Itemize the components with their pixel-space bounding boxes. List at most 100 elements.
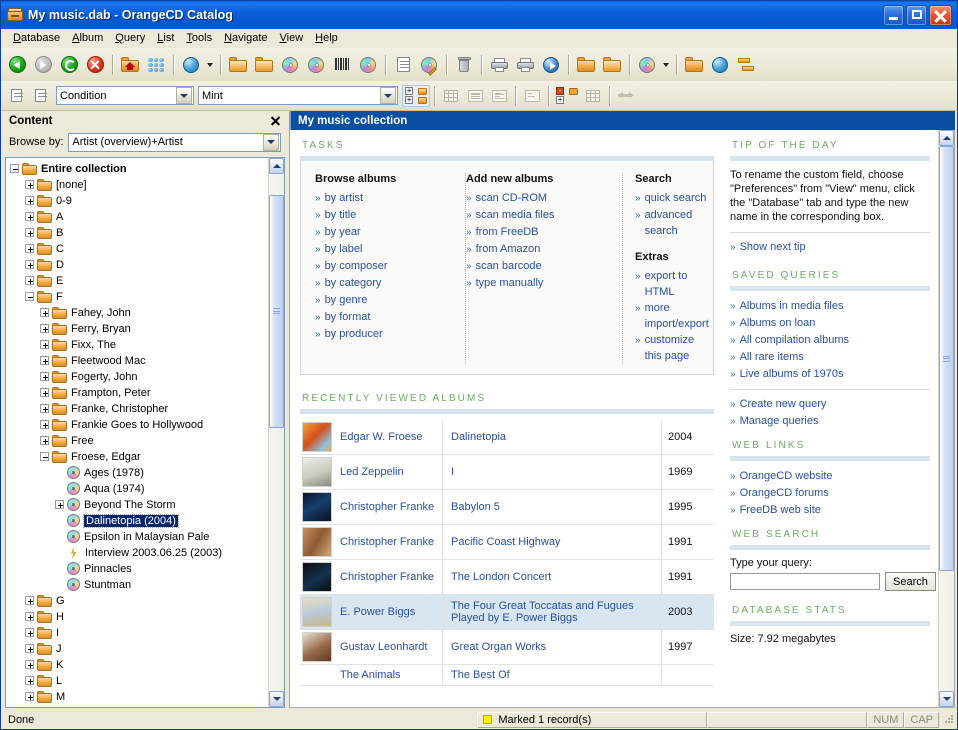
task-link-label[interactable]: scan media files bbox=[476, 207, 555, 223]
table-row[interactable]: Christopher Franke Pacific Coast Highway 1… bbox=[300, 524, 714, 560]
expand-icon[interactable] bbox=[25, 228, 34, 238]
task-link-label[interactable]: export to HTML bbox=[645, 268, 709, 300]
album-artist-cell[interactable]: Christopher Franke bbox=[334, 559, 443, 595]
expand-collapse-icon[interactable]: - + bbox=[553, 85, 581, 107]
task-link-label[interactable]: by category bbox=[325, 275, 382, 291]
scroll-down-button[interactable] bbox=[939, 691, 954, 707]
barcode-icon[interactable] bbox=[329, 52, 355, 78]
task-link[interactable]: » customize this page bbox=[635, 332, 709, 364]
task-link[interactable]: » by genre bbox=[315, 292, 455, 309]
scroll-thumb[interactable] bbox=[269, 194, 284, 428]
expand-icon[interactable] bbox=[25, 612, 34, 622]
tree-node[interactable]: A bbox=[10, 209, 268, 225]
task-link[interactable]: » scan barcode bbox=[466, 258, 612, 275]
expand-icon[interactable] bbox=[40, 404, 49, 414]
tree-node[interactable]: Free bbox=[10, 433, 268, 449]
tree-node[interactable]: Frampton, Peter bbox=[10, 385, 268, 401]
collapse-icon[interactable] bbox=[40, 452, 49, 462]
color-wheel-icon[interactable] bbox=[634, 52, 660, 78]
task-link-label[interactable]: Create new query bbox=[740, 396, 827, 412]
task-link-label[interactable]: customize this page bbox=[645, 332, 709, 364]
amazon-icon[interactable] bbox=[303, 52, 329, 78]
album-title-cell[interactable]: The Best Of bbox=[442, 664, 662, 686]
tree-node[interactable]: F bbox=[10, 289, 268, 305]
task-link-label[interactable]: OrangeCD website bbox=[740, 468, 833, 484]
filter-field-combo[interactable]: Condition bbox=[56, 86, 194, 105]
menu-list[interactable]: List bbox=[151, 30, 180, 46]
album-artist-cell[interactable]: Gustav Leonhardt bbox=[334, 629, 443, 665]
table-row[interactable]: Christopher Franke The London Concert 1991 bbox=[300, 559, 714, 595]
import-export-icon[interactable] bbox=[733, 52, 759, 78]
add-album-icon[interactable] bbox=[355, 52, 381, 78]
album-title-cell[interactable]: The London Concert bbox=[442, 559, 662, 595]
expand-tree-icon[interactable]: + + bbox=[402, 84, 430, 107]
task-link-label[interactable]: by composer bbox=[325, 258, 388, 274]
task-link-label[interactable]: Albums on loan bbox=[740, 315, 816, 331]
scan-cdrom-icon[interactable] bbox=[225, 52, 251, 78]
maximize-button[interactable] bbox=[906, 4, 927, 26]
expand-icon[interactable] bbox=[25, 660, 34, 670]
expand-icon[interactable] bbox=[25, 676, 34, 686]
thumbnails-view-icon[interactable] bbox=[439, 85, 463, 107]
open-folder-icon[interactable] bbox=[599, 52, 625, 78]
task-link-label[interactable]: by year bbox=[325, 224, 361, 240]
chevron-down-icon[interactable] bbox=[380, 87, 396, 104]
scroll-down-button[interactable] bbox=[269, 691, 284, 707]
task-link-label[interactable]: by producer bbox=[325, 326, 383, 342]
list-view-icon[interactable] bbox=[463, 85, 487, 107]
expand-icon[interactable] bbox=[25, 644, 34, 654]
expand-icon[interactable] bbox=[25, 260, 34, 270]
table-row[interactable]: Edgar W. Froese Dalinetopia 2004 bbox=[300, 420, 714, 455]
back-icon[interactable] bbox=[4, 52, 30, 78]
table-row[interactable]: Led Zeppelin I 1969 bbox=[300, 454, 714, 490]
chevron-down-icon[interactable] bbox=[263, 133, 279, 151]
expand-icon[interactable] bbox=[40, 372, 49, 382]
tree-node[interactable]: Ages (1978) bbox=[10, 465, 268, 481]
task-link[interactable]: » Create new query bbox=[730, 396, 930, 413]
album-title-cell[interactable]: Great Organ Works bbox=[442, 629, 662, 665]
album-title-cell[interactable]: The Four Great Toccatas and Fugues Playe… bbox=[442, 594, 662, 630]
tree-node[interactable]: Stuntman bbox=[10, 577, 268, 593]
tree-node[interactable]: Franke, Christopher bbox=[10, 401, 268, 417]
tree-node[interactable]: Aqua (1974) bbox=[10, 481, 268, 497]
task-link-label[interactable]: OrangeCD forums bbox=[740, 485, 829, 501]
scroll-thumb[interactable] bbox=[939, 146, 954, 571]
task-link-label[interactable]: Live albums of 1970s bbox=[740, 366, 844, 382]
color-dropdown-arrow-icon[interactable] bbox=[660, 52, 672, 78]
task-link[interactable]: » Live albums of 1970s bbox=[730, 366, 930, 383]
tree-node[interactable]: Fogerty, John bbox=[10, 369, 268, 385]
task-link-label[interactable]: by genre bbox=[325, 292, 368, 308]
task-link-label[interactable]: by title bbox=[325, 207, 357, 223]
task-link-label[interactable]: by artist bbox=[325, 190, 364, 206]
tree-node[interactable]: C bbox=[10, 241, 268, 257]
task-link[interactable]: » by composer bbox=[315, 258, 455, 275]
task-link-label[interactable]: type manually bbox=[476, 275, 544, 291]
task-link-label[interactable]: Albums in media files bbox=[740, 298, 844, 314]
task-link[interactable]: » Albums in media files bbox=[730, 298, 930, 315]
scroll-track[interactable] bbox=[269, 173, 284, 691]
web-search-button[interactable]: Search bbox=[885, 572, 936, 591]
table-row[interactable]: Christopher Franke Babylon 5 1995 bbox=[300, 489, 714, 525]
menu-album[interactable]: Album bbox=[66, 30, 109, 46]
task-link[interactable]: » from Amazon bbox=[466, 241, 612, 258]
print-icon[interactable] bbox=[486, 52, 512, 78]
delete-icon[interactable] bbox=[451, 52, 477, 78]
chevron-down-icon[interactable] bbox=[176, 87, 192, 104]
collection-tree[interactable]: Entire collection [none] 0-9 A B C D E F Fahey, J… bbox=[6, 158, 268, 707]
task-link[interactable]: » by artist bbox=[315, 190, 455, 207]
new-folder-icon[interactable] bbox=[573, 52, 599, 78]
expand-icon[interactable] bbox=[25, 180, 34, 190]
task-link[interactable]: » by label bbox=[315, 241, 455, 258]
tree-node[interactable]: Fleetwood Mac bbox=[10, 353, 268, 369]
album-artist-cell[interactable]: E. Power Biggs bbox=[334, 594, 443, 630]
find-records-icon[interactable] bbox=[4, 85, 28, 107]
expand-icon[interactable] bbox=[25, 628, 34, 638]
search-globe-icon[interactable] bbox=[178, 52, 204, 78]
task-link-label[interactable]: by format bbox=[325, 309, 371, 325]
menu-help[interactable]: Help bbox=[309, 30, 344, 46]
task-link-label[interactable]: by label bbox=[325, 241, 363, 257]
task-link-label[interactable]: advanced search bbox=[645, 207, 709, 239]
task-link-label[interactable]: from Amazon bbox=[476, 241, 541, 257]
sync-panes-icon[interactable] bbox=[614, 85, 638, 107]
expand-icon[interactable] bbox=[40, 324, 49, 334]
